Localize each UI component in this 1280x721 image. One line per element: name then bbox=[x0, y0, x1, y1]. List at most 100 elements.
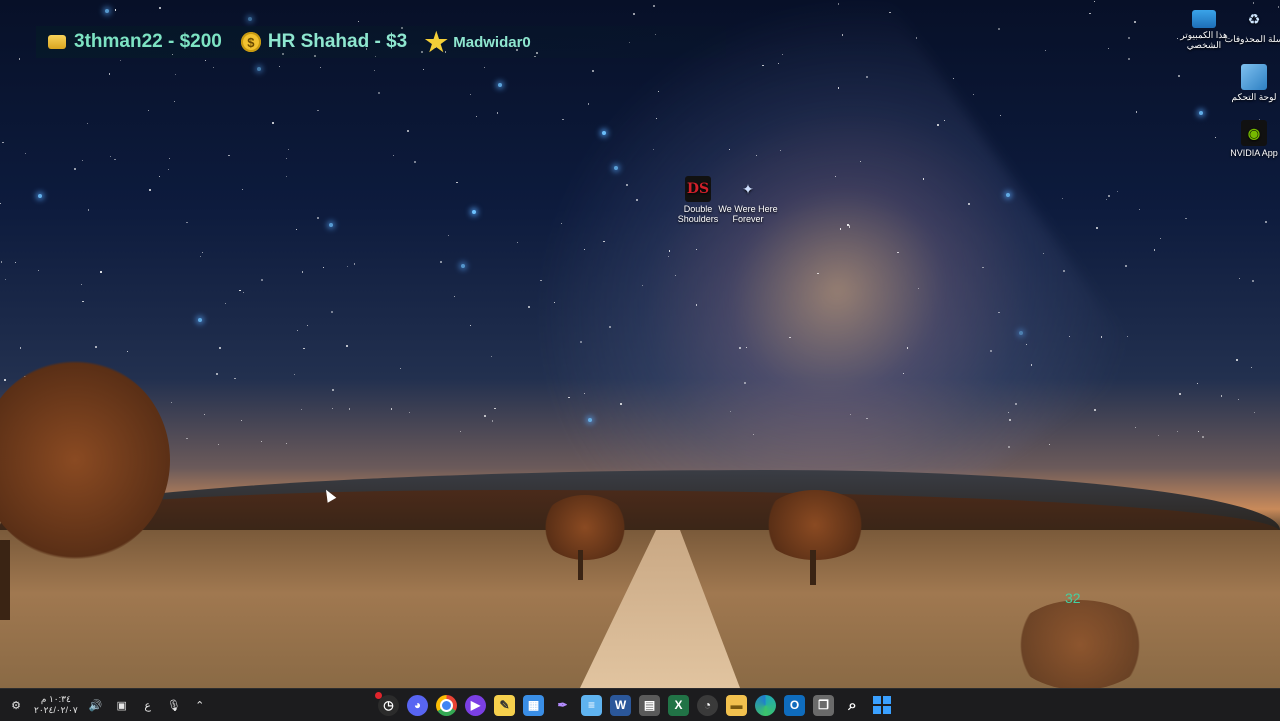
star bbox=[998, 27, 1001, 30]
star bbox=[296, 329, 298, 331]
star bbox=[25, 152, 27, 155]
store-icon[interactable]: ▦ bbox=[523, 694, 544, 716]
star bbox=[322, 266, 325, 268]
star bbox=[38, 194, 43, 199]
star bbox=[120, 60, 122, 62]
star bbox=[1108, 48, 1110, 50]
discord-icon[interactable]: ◕ bbox=[407, 694, 428, 716]
microphone-icon[interactable]: 🎙 bbox=[166, 697, 182, 713]
star bbox=[922, 178, 925, 180]
clock-app-icon[interactable]: ◷ bbox=[375, 691, 399, 716]
star bbox=[1127, 58, 1130, 61]
show-hidden-chevron-icon[interactable]: ⌃ bbox=[192, 697, 208, 713]
volume-icon[interactable]: 🔊 bbox=[88, 697, 104, 713]
notes-app-icon[interactable]: ✎ bbox=[494, 694, 515, 716]
star-icon: ★ bbox=[424, 27, 448, 57]
star bbox=[307, 325, 309, 327]
star bbox=[37, 270, 39, 272]
star bbox=[1178, 75, 1180, 77]
chrome-icon[interactable] bbox=[436, 694, 457, 716]
task-view-icon[interactable]: ❐ bbox=[813, 694, 834, 716]
star bbox=[952, 77, 954, 79]
star bbox=[1116, 191, 1118, 193]
star bbox=[288, 149, 290, 151]
calculator-icon[interactable]: ▤ bbox=[639, 694, 660, 716]
star bbox=[613, 166, 618, 171]
star bbox=[456, 181, 458, 183]
star bbox=[1096, 227, 1099, 230]
star bbox=[285, 175, 287, 177]
desktop-icon-control-panel[interactable]: لوحة التحكم bbox=[1222, 64, 1280, 102]
star bbox=[80, 283, 82, 285]
star bbox=[1136, 111, 1138, 113]
star bbox=[248, 16, 253, 21]
star bbox=[301, 408, 303, 410]
star bbox=[1063, 270, 1065, 272]
star bbox=[239, 289, 241, 291]
settings-app-icon[interactable]: ◔ bbox=[697, 694, 718, 716]
start-windows-icon[interactable] bbox=[871, 695, 892, 716]
control-panel-icon bbox=[1241, 64, 1267, 90]
star bbox=[1138, 209, 1140, 211]
star bbox=[1135, 426, 1137, 428]
star bbox=[303, 347, 305, 350]
star bbox=[74, 168, 77, 171]
star bbox=[998, 311, 1000, 314]
star bbox=[346, 265, 348, 268]
media-app-icon[interactable]: ▶ bbox=[465, 694, 486, 716]
edge-icon[interactable] bbox=[755, 694, 776, 716]
star bbox=[1107, 194, 1110, 197]
star bbox=[1094, 409, 1097, 412]
star bbox=[454, 296, 456, 298]
star bbox=[1177, 430, 1179, 433]
star bbox=[592, 70, 595, 73]
star bbox=[1253, 2, 1255, 4]
outlook-icon[interactable]: O bbox=[784, 694, 805, 716]
notepad-icon[interactable]: ≡ bbox=[581, 694, 602, 716]
donor-item: 3thman22 - $200 bbox=[46, 31, 222, 53]
star bbox=[484, 66, 486, 69]
star bbox=[1089, 13, 1091, 15]
pen-app-icon[interactable]: ✒ bbox=[552, 695, 573, 716]
star bbox=[294, 373, 296, 375]
star bbox=[272, 122, 275, 125]
star bbox=[1124, 265, 1127, 268]
star bbox=[108, 73, 111, 75]
star bbox=[1185, 217, 1187, 220]
notification-icon[interactable]: ⚙ bbox=[8, 697, 24, 713]
star bbox=[1253, 412, 1255, 414]
star bbox=[562, 118, 564, 120]
star bbox=[197, 318, 202, 323]
star bbox=[1127, 37, 1130, 40]
star bbox=[285, 443, 288, 445]
search-icon[interactable]: ⌕ bbox=[842, 695, 863, 716]
display-icon[interactable]: ▣ bbox=[114, 697, 130, 713]
star bbox=[460, 430, 462, 433]
file-explorer-icon[interactable]: ▬ bbox=[726, 694, 747, 716]
star bbox=[295, 229, 298, 231]
star bbox=[1252, 280, 1255, 283]
dollar-coin-icon: $ bbox=[240, 31, 262, 53]
star bbox=[234, 377, 236, 380]
desktop-icon-nvidia-app[interactable]: ◉ NVIDIA App bbox=[1222, 120, 1280, 158]
clock-date: ٢٠٢٤/٠٢/٠٧ bbox=[34, 705, 78, 715]
star bbox=[260, 279, 263, 282]
desktop-icon-we-were-here-forever[interactable]: ✦ We Were Here Forever bbox=[716, 176, 780, 224]
desktop-icon-this-pc[interactable]: هذا الكمبيوتر الشخصي bbox=[1172, 6, 1236, 50]
word-icon[interactable]: W bbox=[610, 694, 631, 716]
star bbox=[1018, 331, 1023, 336]
star bbox=[1007, 411, 1009, 413]
language-indicator[interactable]: ع bbox=[140, 697, 156, 713]
clock[interactable]: ١٠:٣٤ م ٢٠٢٤/٠٢/٠٧ bbox=[34, 694, 78, 716]
star bbox=[603, 241, 605, 243]
recycle-bin-icon: ♻ bbox=[1247, 11, 1261, 27]
star bbox=[652, 5, 655, 8]
star bbox=[4, 278, 6, 280]
this-pc-icon bbox=[1192, 10, 1216, 28]
excel-icon[interactable]: X bbox=[668, 694, 689, 716]
star bbox=[409, 412, 411, 414]
star bbox=[483, 415, 486, 418]
star bbox=[285, 157, 287, 159]
star bbox=[744, 382, 746, 384]
star bbox=[126, 350, 128, 352]
